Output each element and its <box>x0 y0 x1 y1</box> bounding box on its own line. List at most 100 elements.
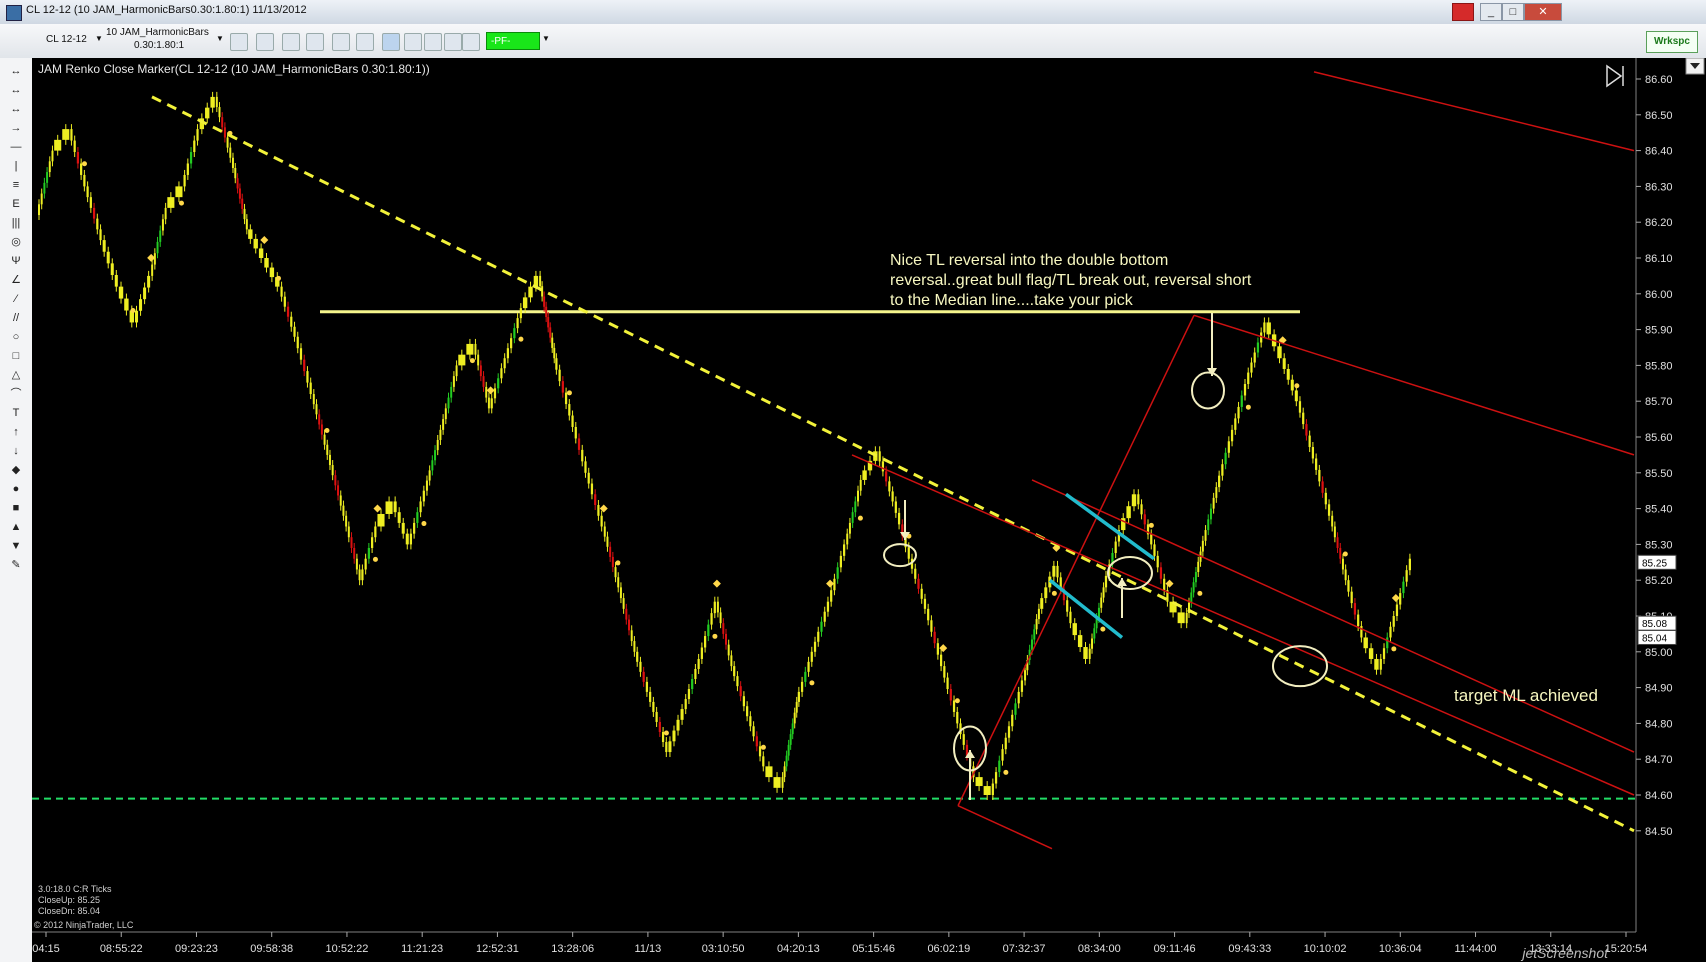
chart-background <box>32 58 1706 962</box>
indicators-icon[interactable] <box>382 33 400 51</box>
time-tick-label: 13:28:06 <box>551 943 594 955</box>
instrument-selector[interactable]: CL 12-12 <box>46 34 87 45</box>
annotation-note-3: to the Median line....take your pick <box>890 292 1134 309</box>
drawing-tool-1[interactable]: ↔ <box>7 83 25 97</box>
red-indicator[interactable] <box>1452 3 1474 21</box>
drawing-tool-14[interactable]: ○ <box>7 330 25 344</box>
info-line-1: 3.0:18.0 C:R Ticks <box>38 884 112 894</box>
close-marker <box>518 336 524 342</box>
close-marker <box>615 560 621 566</box>
pin-icon[interactable] <box>282 33 300 51</box>
drawing-tool-18[interactable]: T <box>7 406 25 420</box>
price-tick-label: 85.20 <box>1645 575 1673 587</box>
drawing-tool-4[interactable]: — <box>7 140 25 154</box>
copyright: © 2012 NinjaTrader, LLC <box>34 920 134 930</box>
strategies-icon[interactable] <box>404 33 422 51</box>
drawing-tool-19[interactable]: ↑ <box>7 425 25 439</box>
drawing-tool-2[interactable]: ↔ <box>7 102 25 116</box>
properties-icon[interactable] <box>424 33 442 51</box>
time-tick-label: 05:15:46 <box>852 943 895 955</box>
data-box-icon[interactable] <box>462 33 480 51</box>
close-marker <box>1391 646 1397 652</box>
drawing-tool-23[interactable]: ■ <box>7 501 25 515</box>
time-tick-label: 09:11:46 <box>1154 943 1196 955</box>
time-tick-label: 15:20:54 <box>1605 943 1648 955</box>
close-marker <box>372 556 378 562</box>
price-tick-label: 84.50 <box>1645 826 1673 838</box>
price-tick-label: 86.60 <box>1645 74 1673 86</box>
time-tick-label: 09:43:33 <box>1228 943 1271 955</box>
price-tick-label: 85.00 <box>1645 647 1673 659</box>
time-tick-label: 10:10:02 <box>1304 943 1347 955</box>
drawing-tool-6[interactable]: ≡ <box>7 178 25 192</box>
drawing-tool-3[interactable]: → <box>7 121 25 135</box>
bartype-selector[interactable]: 10 JAM_HarmonicBars <box>106 27 209 38</box>
drawing-tool-5[interactable]: | <box>7 159 25 173</box>
draw-pencil-icon[interactable] <box>256 33 274 51</box>
drawing-tool-26[interactable]: ✎ <box>7 558 25 572</box>
price-tick-label: 86.30 <box>1645 181 1673 193</box>
pf-button[interactable]: -PF- <box>486 32 540 50</box>
close-marker <box>857 515 863 521</box>
template-icon[interactable] <box>444 33 462 51</box>
time-tick-label: 11/13 <box>635 943 662 955</box>
cursor-icon[interactable] <box>332 33 350 51</box>
time-tick-label: 10:36:04 <box>1379 943 1422 955</box>
price-tick-label: 84.70 <box>1645 754 1673 766</box>
chevron-down-icon[interactable]: ▼ <box>542 34 550 43</box>
drawing-tool-21[interactable]: ◆ <box>7 463 25 477</box>
zoom-icon[interactable] <box>356 33 374 51</box>
price-tick-label: 85.30 <box>1645 539 1673 551</box>
info-line-2: CloseUp: 85.25 <box>38 895 100 905</box>
price-tick-label: 86.20 <box>1645 217 1673 229</box>
price-tick-label: 86.40 <box>1645 146 1673 158</box>
close-marker <box>566 390 572 396</box>
axis-menu-icon[interactable] <box>1685 58 1705 75</box>
price-tick-label: 84.80 <box>1645 718 1673 730</box>
watermark: jetScreenshot <box>1520 945 1609 961</box>
drawing-tool-13[interactable]: // <box>7 311 25 325</box>
drawing-tool-7[interactable]: E <box>7 197 25 211</box>
price-tick-label: 85.90 <box>1645 325 1673 337</box>
app-icon <box>6 5 22 21</box>
close-marker <box>712 633 718 639</box>
close-marker <box>663 730 669 736</box>
close-button[interactable]: ✕ <box>1524 3 1562 21</box>
drawing-tool-22[interactable]: ● <box>7 482 25 496</box>
chevron-down-icon[interactable]: ▼ <box>95 34 103 43</box>
annotation-note-1: Nice TL reversal into the double bottom <box>890 252 1168 269</box>
window-title: CL 12-12 (10 JAM_HarmonicBars0.30:1.80:1… <box>26 4 307 16</box>
price-chart[interactable]: 86.60 86.50 86.40 86.30 86.20 86.10 86.00 85.90… <box>32 58 1706 962</box>
title-bar: CL 12-12 (10 JAM_HarmonicBars0.30:1.80:1… <box>0 0 1706 25</box>
annotation-note-2: reversal..great bull flag/TL break out, … <box>890 272 1252 289</box>
time-tick-label: 08:55:22 <box>100 943 143 955</box>
drawing-tool-12[interactable]: ⁄ <box>7 292 25 306</box>
drawing-tool-11[interactable]: ∠ <box>7 273 25 287</box>
chevron-down-icon[interactable]: ▼ <box>216 34 224 43</box>
close-marker <box>1197 590 1203 596</box>
drawing-tool-8[interactable]: ||| <box>7 216 25 230</box>
drawing-tool-0[interactable]: ↔ <box>7 64 25 78</box>
workspace-button[interactable]: Wrkspc <box>1646 31 1698 53</box>
maximize-button[interactable]: □ <box>1502 3 1524 21</box>
drawing-tool-17[interactable]: ⌒ <box>7 387 25 401</box>
eraser-icon[interactable] <box>306 33 324 51</box>
close-marker <box>324 427 330 433</box>
minimize-button[interactable]: _ <box>1480 3 1502 21</box>
drawing-tool-24[interactable]: ▲ <box>7 520 25 534</box>
drawing-tool-25[interactable]: ▼ <box>7 539 25 553</box>
close-marker <box>760 744 766 750</box>
drawing-tool-9[interactable]: ◎ <box>7 235 25 249</box>
time-tick-label: 08:34:00 <box>1078 943 1121 955</box>
time-tick-label: 09:58:38 <box>250 943 293 955</box>
time-tick-label: 07:32:37 <box>1003 943 1046 955</box>
price-tick-label: 86.10 <box>1645 253 1673 265</box>
bar-style-icon[interactable] <box>230 33 248 51</box>
info-line-3: CloseDn: 85.04 <box>38 906 100 916</box>
target-annotation: target ML achieved <box>1454 686 1598 705</box>
drawing-tool-20[interactable]: ↓ <box>7 444 25 458</box>
indicator-title: JAM Renko Close Marker(CL 12-12 (10 JAM_… <box>38 62 430 76</box>
drawing-tool-16[interactable]: △ <box>7 368 25 382</box>
drawing-tool-15[interactable]: □ <box>7 349 25 363</box>
drawing-tool-10[interactable]: Ψ <box>7 254 25 268</box>
